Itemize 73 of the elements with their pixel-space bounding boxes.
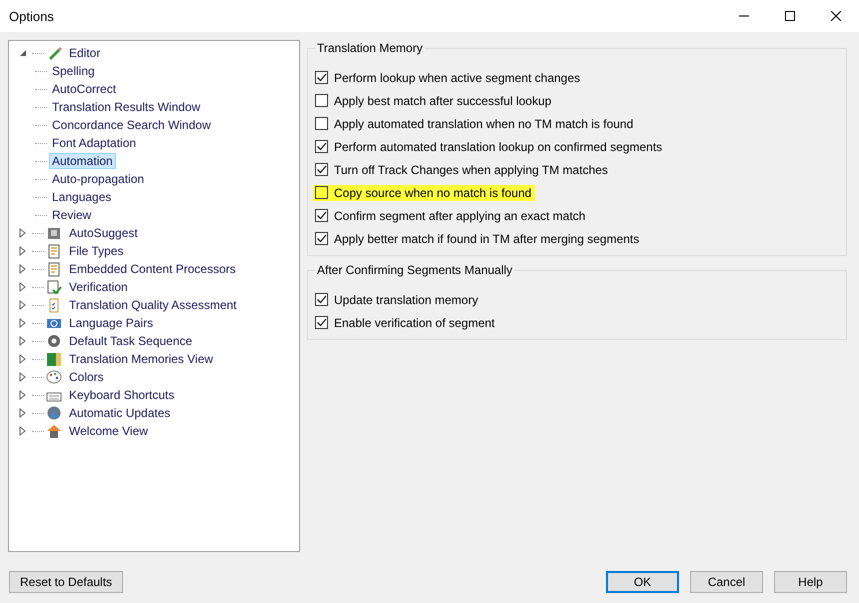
checkbox[interactable] xyxy=(315,140,328,153)
option-label: Confirm segment after applying an exact match xyxy=(334,208,586,222)
option-label: Copy source when no match is found xyxy=(334,186,532,200)
close-icon[interactable] xyxy=(831,11,841,21)
checkbox[interactable] xyxy=(315,117,328,130)
expand-icon[interactable] xyxy=(18,336,28,346)
reset-button[interactable]: Reset to Defaults xyxy=(9,571,124,593)
option-label: Apply automated translation when no TM match is found xyxy=(334,116,634,130)
tree-item[interactable]: Language Pairs xyxy=(66,315,156,331)
tree-item[interactable]: Automatic Updates xyxy=(66,405,174,421)
option-label: Apply best match after successful lookup xyxy=(334,94,552,108)
expand-icon[interactable] xyxy=(18,354,28,364)
expand-icon[interactable] xyxy=(18,264,28,274)
maximize-icon[interactable] xyxy=(785,11,795,21)
group-title: After Confirming Segments Manually xyxy=(315,263,514,277)
category-icon xyxy=(46,423,62,439)
checkbox[interactable] xyxy=(315,209,328,222)
tree-item[interactable]: Embedded Content Processors xyxy=(66,261,239,277)
category-icon xyxy=(46,279,62,295)
tree-item[interactable]: Translation Quality Assessment xyxy=(66,297,240,313)
tree-item[interactable]: Keyboard Shortcuts xyxy=(66,387,178,403)
tree-item[interactable]: Verification xyxy=(66,279,131,295)
tree-item[interactable]: Welcome View xyxy=(66,423,151,439)
expand-icon[interactable] xyxy=(18,426,28,436)
option-label: Apply better match if found in TM after merging segments xyxy=(334,232,640,246)
checkbox[interactable] xyxy=(315,71,328,84)
tree-item[interactable]: Default Task Sequence xyxy=(66,333,196,349)
option-label: Turn off Track Changes when applying TM matches xyxy=(334,162,608,176)
tree-item[interactable]: Spelling xyxy=(49,63,98,79)
help-button[interactable]: Help xyxy=(774,571,847,593)
tree-item[interactable]: File Types xyxy=(66,243,126,259)
expand-icon[interactable] xyxy=(18,282,28,292)
category-icon xyxy=(46,243,62,259)
window-title: Options xyxy=(9,8,54,24)
checkbox[interactable] xyxy=(315,316,328,329)
ok-button[interactable]: OK xyxy=(606,571,679,593)
tree-item[interactable]: AutoSuggest xyxy=(66,225,141,241)
tree-item[interactable]: Automation xyxy=(49,153,116,169)
option-label: Perform lookup when active segment changes xyxy=(334,70,580,84)
tree-item[interactable]: Review xyxy=(49,207,94,223)
tree-item[interactable]: AutoCorrect xyxy=(49,81,120,97)
expand-icon[interactable] xyxy=(18,408,28,418)
group-title: Translation Memory xyxy=(315,41,425,55)
category-icon xyxy=(46,261,62,277)
category-icon xyxy=(46,333,62,349)
option-label: Enable verification of segment xyxy=(334,316,495,330)
category-icon xyxy=(46,369,62,385)
expand-icon[interactable] xyxy=(18,300,28,310)
tree-item[interactable]: Languages xyxy=(49,189,114,205)
checkbox[interactable] xyxy=(315,186,328,199)
checkbox[interactable] xyxy=(315,232,328,245)
cancel-button[interactable]: Cancel xyxy=(690,571,763,593)
tree-item[interactable]: Translation Memories View xyxy=(66,351,216,367)
expand-icon[interactable] xyxy=(18,246,28,256)
category-icon xyxy=(46,351,62,367)
tree-item[interactable]: Translation Results Window xyxy=(49,99,204,115)
checkbox[interactable] xyxy=(315,163,328,176)
tree-item[interactable]: Editor xyxy=(66,45,104,61)
expand-icon[interactable] xyxy=(18,318,28,328)
category-icon xyxy=(46,225,62,241)
collapse-icon[interactable] xyxy=(18,48,28,58)
checkbox[interactable] xyxy=(315,94,328,107)
option-label: Perform automated translation lookup on confirmed segments xyxy=(334,140,662,154)
expand-icon[interactable] xyxy=(18,390,28,400)
checkbox[interactable] xyxy=(315,293,328,306)
tree-item[interactable]: Concordance Search Window xyxy=(49,117,214,133)
expand-icon[interactable] xyxy=(18,372,28,382)
category-icon xyxy=(46,405,62,421)
tree-item[interactable]: Auto-propagation xyxy=(49,171,148,187)
option-label: Update translation memory xyxy=(334,292,478,306)
expand-icon[interactable] xyxy=(18,228,28,238)
tree-item[interactable]: Font Adaptation xyxy=(49,135,140,151)
tree-item[interactable]: Colors xyxy=(66,369,107,385)
